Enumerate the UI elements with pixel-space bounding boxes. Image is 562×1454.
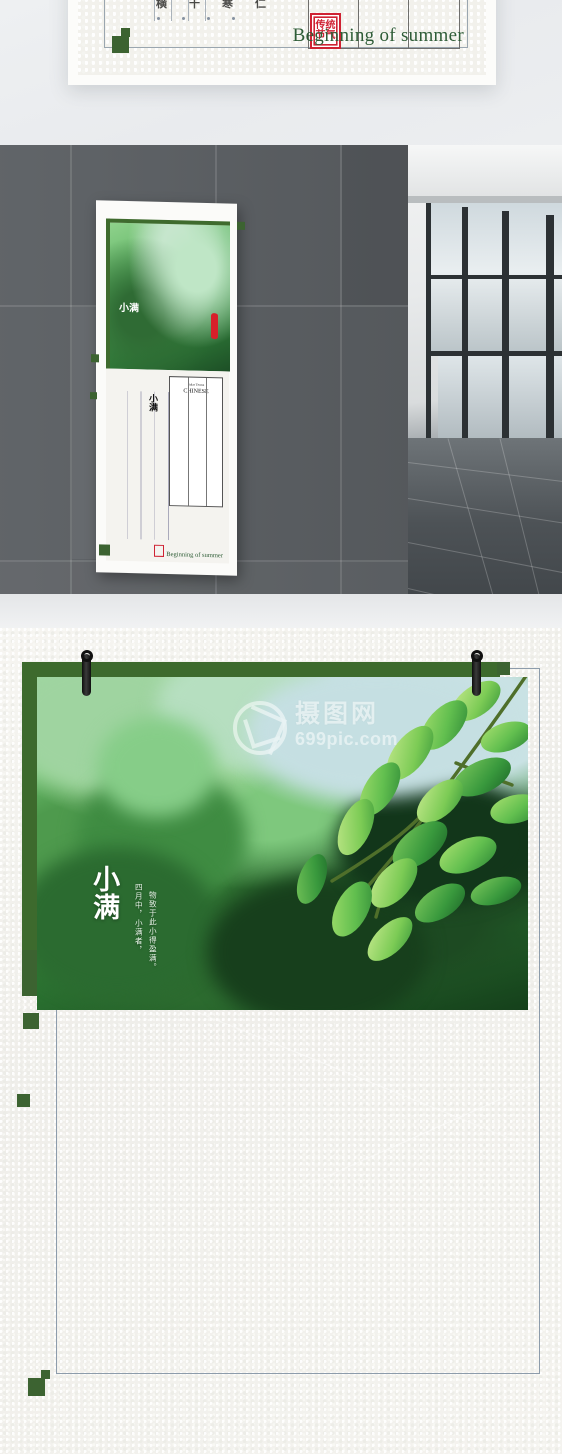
mockup-big-title: 小满 bbox=[147, 393, 157, 412]
mockup-seal bbox=[154, 544, 164, 557]
mockup-red-brush-seal bbox=[211, 313, 218, 340]
photo-vertical-title: 小满 bbox=[88, 865, 120, 921]
poster-clip-left bbox=[80, 650, 93, 696]
mockup-poster-lower: Solar Terms CHINESE 小满 Beginning of summ… bbox=[106, 368, 229, 564]
main-poster-section: 摄图网 699pic.com 小满 四月中，小满者， 物致于此小得盈满。 二十四… bbox=[0, 628, 562, 1454]
mockup-floor-strip bbox=[0, 594, 562, 628]
mockup-square-2 bbox=[90, 392, 97, 400]
photo-vertical-title-char1: 小满 bbox=[88, 865, 120, 921]
mockup-poster: 小满 Solar Terms CHINESE 小满 Beginning of s… bbox=[90, 200, 245, 576]
top-preview-section: 横 千 寒 仁 传统 节气 Beginning of summer bbox=[0, 0, 562, 145]
mockup-panel-solar-terms: Solar Terms bbox=[187, 382, 205, 387]
top-preview-char-2: 寒 bbox=[222, 0, 235, 10]
mockup-square-4 bbox=[237, 221, 245, 230]
mockup-ceiling bbox=[408, 145, 562, 203]
wall-mockup-section: 小满 Solar Terms CHINESE 小满 Beginning of s… bbox=[0, 145, 562, 628]
leaf-branch-illustration bbox=[244, 677, 528, 997]
decor-square-top-right bbox=[497, 662, 510, 675]
decor-square-bottom-left-notch bbox=[41, 1370, 50, 1379]
top-preview-paper: 横 千 寒 仁 传统 节气 Beginning of summer bbox=[78, 0, 486, 75]
top-preview-char-0: 横 bbox=[156, 0, 169, 10]
mockup-square-3 bbox=[99, 544, 110, 556]
mockup-poster-photo: 小满 bbox=[106, 218, 230, 372]
photo-subtitle-line2: 物致于此小得盈满。 bbox=[148, 891, 158, 972]
decor-square-left-3 bbox=[17, 1094, 30, 1107]
decor-square-left-1 bbox=[22, 950, 37, 996]
poster-clip-right bbox=[470, 650, 483, 696]
poster-photo: 摄图网 699pic.com 小满 四月中，小满者， 物致于此小得盈满。 bbox=[37, 677, 528, 1010]
decor-square-bottom-left bbox=[28, 1378, 45, 1396]
mockup-panel-chinese: CHINESE bbox=[183, 388, 209, 396]
photo-subtitle-line1: 四月中，小满者， bbox=[134, 883, 144, 955]
mockup-square-1 bbox=[91, 354, 99, 363]
top-preview-english-caption: Beginning of summer bbox=[292, 25, 464, 46]
top-preview-dot-row bbox=[157, 17, 235, 20]
decor-square-left-2 bbox=[23, 1013, 39, 1029]
mockup-panel: Solar Terms CHINESE bbox=[169, 376, 223, 508]
top-preview-corner-square bbox=[112, 28, 130, 53]
top-preview-char-1: 千 bbox=[189, 0, 202, 10]
top-preview-char-3: 仁 bbox=[255, 0, 268, 10]
mockup-poster-title: 小满 bbox=[119, 302, 139, 315]
top-preview-card: 横 千 寒 仁 传统 节气 Beginning of summer bbox=[68, 0, 496, 85]
mockup-corridor bbox=[408, 145, 562, 628]
mockup-poem-rules bbox=[114, 390, 176, 541]
mockup-english-caption: Beginning of summer bbox=[166, 550, 223, 560]
